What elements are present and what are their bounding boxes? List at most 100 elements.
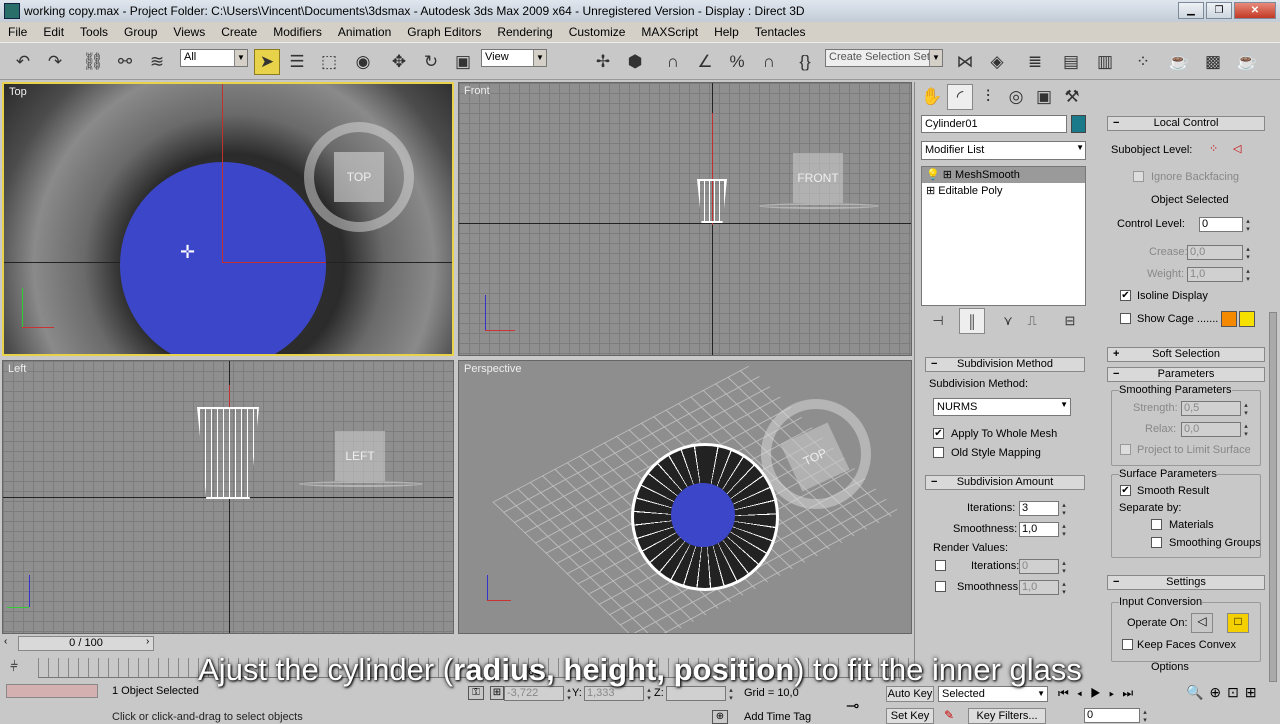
weight-spinner[interactable]: 1,0 bbox=[1187, 267, 1254, 283]
set-key-button[interactable]: Set Key bbox=[886, 708, 934, 724]
lightbulb-icon[interactable]: 💡 bbox=[926, 169, 940, 181]
glass-wireframe[interactable] bbox=[697, 179, 727, 223]
utilities-tab-icon[interactable]: ⚒ bbox=[1059, 84, 1085, 110]
select-object-icon[interactable]: ➤ bbox=[254, 49, 280, 75]
menu-edit[interactable]: Edit bbox=[35, 25, 72, 39]
viewport-left[interactable]: Left LEFT bbox=[2, 360, 454, 634]
viewcube[interactable]: FRONT bbox=[793, 153, 843, 203]
cage-color-swatch[interactable] bbox=[1221, 311, 1237, 327]
render-iterations-checkbox[interactable] bbox=[935, 560, 946, 571]
viewport-label-top[interactable]: Top bbox=[9, 86, 27, 98]
minimize-button[interactable]: ▁ bbox=[1178, 2, 1204, 19]
render-smoothness-spinner[interactable]: 1,0 bbox=[1019, 580, 1070, 596]
rotate-icon[interactable]: ↻ bbox=[418, 49, 444, 75]
panel-scrollbar[interactable] bbox=[1269, 312, 1277, 682]
spinner-snap-icon[interactable]: ∩ bbox=[756, 49, 782, 75]
expand-icon[interactable]: ⊞ bbox=[943, 169, 952, 181]
current-frame-field[interactable]: 0 bbox=[1084, 708, 1151, 724]
viewport-top[interactable]: Top ✛ TOP bbox=[2, 82, 454, 356]
rendered-frame-window-icon[interactable]: ▩ bbox=[1200, 49, 1226, 75]
window-crossing-icon[interactable]: ◉ bbox=[350, 49, 376, 75]
edit-named-selection-icon[interactable]: {} bbox=[792, 49, 818, 75]
old-style-mapping-checkbox[interactable] bbox=[933, 447, 944, 458]
undo-icon[interactable]: ↶ bbox=[10, 49, 36, 75]
viewport-label-perspective[interactable]: Perspective bbox=[464, 363, 521, 375]
iterations-spinner[interactable]: 3 bbox=[1019, 501, 1070, 517]
rollout-settings[interactable]: − Settings bbox=[1107, 575, 1265, 590]
close-button[interactable]: ✕ bbox=[1234, 2, 1276, 19]
viewcube-ring[interactable] bbox=[299, 481, 423, 487]
modify-tab-icon[interactable]: ◜ bbox=[947, 84, 973, 110]
operate-on-polygons-icon[interactable]: □ bbox=[1227, 613, 1249, 633]
project-limit-checkbox[interactable] bbox=[1120, 444, 1131, 455]
redo-icon[interactable]: ↷ bbox=[42, 49, 68, 75]
select-link-icon[interactable]: ⛓ bbox=[80, 49, 106, 75]
rollout-local-control[interactable]: − Local Control bbox=[1107, 116, 1265, 131]
schematic-view-icon[interactable]: ▥ bbox=[1092, 49, 1118, 75]
menu-rendering[interactable]: Rendering bbox=[489, 25, 560, 39]
ignore-backfacing-checkbox[interactable] bbox=[1133, 171, 1144, 182]
menu-customize[interactable]: Customize bbox=[561, 25, 634, 39]
render-setup-icon[interactable]: ☕ bbox=[1166, 49, 1192, 75]
reference-coordinate-dropdown[interactable]: View ▼ bbox=[481, 49, 547, 67]
bind-space-warp-icon[interactable]: ≋ bbox=[144, 49, 170, 75]
crease-spinner[interactable]: 0,0 bbox=[1187, 245, 1254, 261]
viewport-perspective[interactable]: Perspective TOP bbox=[458, 360, 912, 634]
time-slider[interactable]: 0 / 100 bbox=[18, 636, 154, 651]
make-unique-icon[interactable]: ⋎ bbox=[995, 308, 1021, 334]
configure-sets-icon[interactable]: ⊟ bbox=[1057, 308, 1083, 334]
menu-help[interactable]: Help bbox=[706, 25, 747, 39]
menu-graph-editors[interactable]: Graph Editors bbox=[399, 25, 489, 39]
smoothing-groups-checkbox[interactable] bbox=[1151, 537, 1162, 548]
display-tab-icon[interactable]: ▣ bbox=[1031, 84, 1057, 110]
named-selection-set-field[interactable]: Create Selection Set ▼ bbox=[825, 49, 943, 67]
expand-icon[interactable]: ⊞ bbox=[926, 185, 935, 197]
select-manipulate-icon[interactable]: ⬢ bbox=[622, 49, 648, 75]
slider-next-icon[interactable]: › bbox=[146, 636, 158, 651]
isoline-display-checkbox[interactable]: ✔ bbox=[1120, 290, 1131, 301]
unlink-icon[interactable]: ⚯ bbox=[112, 49, 138, 75]
select-by-name-icon[interactable]: ☰ bbox=[284, 49, 310, 75]
viewcube[interactable]: LEFT bbox=[335, 431, 385, 481]
materials-checkbox[interactable] bbox=[1151, 519, 1162, 530]
viewport-label-front[interactable]: Front bbox=[464, 85, 490, 97]
strength-spinner[interactable]: 0,5 bbox=[1181, 401, 1252, 417]
align-icon[interactable]: ◈ bbox=[984, 49, 1010, 75]
angle-snap-icon[interactable]: ∠ bbox=[692, 49, 718, 75]
rollout-subdivision-amount[interactable]: − Subdivision Amount bbox=[925, 475, 1085, 490]
edge-level-icon[interactable]: ◁ bbox=[1233, 142, 1241, 155]
viewport-label-left[interactable]: Left bbox=[8, 363, 26, 375]
menu-tools[interactable]: Tools bbox=[72, 25, 116, 39]
apply-whole-mesh-checkbox[interactable]: ✔ bbox=[933, 428, 944, 439]
object-name-field[interactable]: Cylinder01 bbox=[921, 115, 1067, 133]
rollout-subdivision-method[interactable]: − Subdivision Method bbox=[925, 357, 1085, 372]
smoothness-spinner[interactable]: 1,0 bbox=[1019, 522, 1070, 538]
viewport-front[interactable]: Front FRONT bbox=[458, 82, 912, 356]
control-level-spinner[interactable]: 0 bbox=[1199, 217, 1254, 233]
hierarchy-tab-icon[interactable]: ⫶ bbox=[975, 84, 1001, 110]
viewcube-ring[interactable] bbox=[759, 203, 879, 209]
menu-maxscript[interactable]: MAXScript bbox=[633, 25, 706, 39]
menu-modifiers[interactable]: Modifiers bbox=[265, 25, 330, 39]
relax-spinner[interactable]: 0,0 bbox=[1181, 422, 1252, 438]
pivot-icon[interactable]: ✢ bbox=[590, 49, 616, 75]
mirror-icon[interactable]: ⋈ bbox=[952, 49, 978, 75]
render-smoothness-checkbox[interactable] bbox=[935, 581, 946, 592]
glass-wireframe[interactable] bbox=[197, 407, 259, 499]
vertex-level-icon[interactable]: ⁘ bbox=[1209, 142, 1218, 155]
layer-manager-icon[interactable]: ≣ bbox=[1022, 49, 1048, 75]
set-key-icon[interactable]: ✎ bbox=[944, 708, 960, 724]
cylinder-object[interactable] bbox=[671, 483, 735, 547]
time-tag-icon[interactable]: ⊕ bbox=[712, 710, 728, 724]
cage-selected-color-swatch[interactable] bbox=[1239, 311, 1255, 327]
menu-group[interactable]: Group bbox=[116, 25, 165, 39]
smooth-result-checkbox[interactable]: ✔ bbox=[1120, 485, 1131, 496]
motion-tab-icon[interactable]: ◎ bbox=[1003, 84, 1029, 110]
cylinder-object[interactable] bbox=[120, 162, 326, 354]
key-icon[interactable]: ⊸ bbox=[846, 696, 859, 716]
show-end-result-icon[interactable]: ║ bbox=[959, 308, 985, 334]
selection-filter-dropdown[interactable]: All ▼ bbox=[180, 49, 248, 67]
curve-editor-icon[interactable]: ▤ bbox=[1058, 49, 1084, 75]
rectangular-selection-icon[interactable]: ⬚ bbox=[316, 49, 342, 75]
slider-prev-icon[interactable]: ‹ bbox=[4, 636, 18, 651]
